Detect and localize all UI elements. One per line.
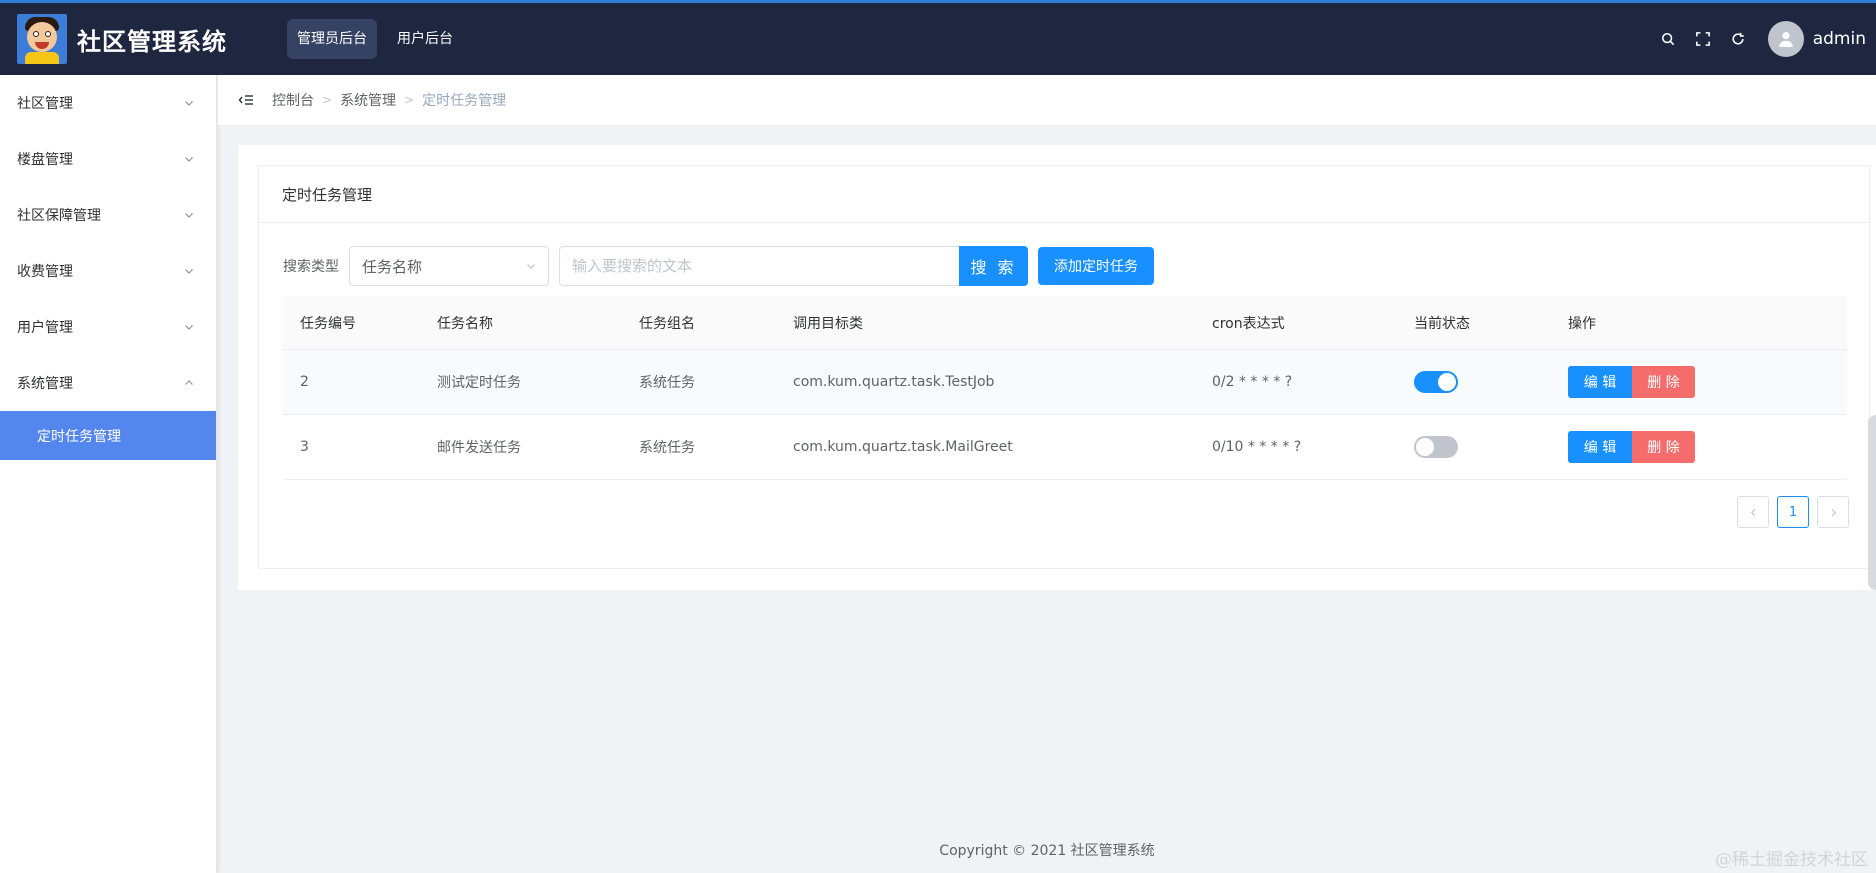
chevron-left-icon (1750, 508, 1755, 516)
chevron-down-icon (185, 101, 193, 106)
status-toggle[interactable] (1414, 436, 1458, 458)
chevron-down-icon (527, 264, 535, 269)
edit-button[interactable]: 编 辑 (1568, 366, 1632, 398)
footer-copyright: Copyright © 2021 社区管理系统 (939, 843, 1155, 859)
watermark: @稀土掘金技术社区 (1715, 850, 1868, 870)
cell-id: 3 (300, 439, 309, 455)
cell-actions: 编 辑 删 除 (1568, 431, 1847, 463)
breadcrumb: 控制台 > 系统管理 > 定时任务管理 (272, 90, 506, 110)
sidebar-item-community[interactable]: 社区管理 (0, 75, 216, 131)
chevron-down-icon (185, 269, 193, 274)
status-toggle[interactable] (1414, 371, 1458, 393)
next-page-button[interactable] (1817, 496, 1849, 528)
header-actions: admin (1651, 3, 1866, 75)
sidebar: 社区管理 楼盘管理 社区保障管理 收费管理 用户管理 系统管理 定时任务管理 (0, 75, 217, 873)
sidebar-item-label: 社区管理 (17, 96, 73, 112)
table-row: 2 测试定时任务 系统任务 com.kum.quartz.task.TestJo… (283, 349, 1847, 414)
prev-page-button[interactable] (1737, 496, 1769, 528)
delete-button[interactable]: 删 除 (1632, 366, 1695, 398)
cell-cron: 0/2 * * * * ? (1212, 374, 1293, 390)
search-button[interactable]: 搜 索 (959, 246, 1028, 286)
search-type-value: 任务名称 (362, 257, 423, 276)
sidebar-subitem-cron-tasks[interactable]: 定时任务管理 (0, 411, 216, 460)
avatar[interactable] (1767, 21, 1804, 57)
column-header: cron表达式 (1212, 315, 1285, 332)
table-header: 任务编号 任务名称 任务组名 调用目标类 cron表达式 当前状态 操作 (283, 296, 1847, 349)
cell-group: 系统任务 (639, 375, 695, 391)
cell-status (1414, 371, 1568, 393)
cell-target: com.kum.quartz.task.MailGreet (793, 439, 1013, 455)
delete-button[interactable]: 删 除 (1632, 431, 1695, 463)
sidebar-item-label: 楼盘管理 (17, 152, 73, 168)
chevron-right-icon (1831, 508, 1836, 516)
chevron-up-icon (185, 380, 193, 385)
chevron-down-icon (185, 157, 193, 162)
pagination: 1 (1729, 496, 1849, 528)
column-header: 任务编号 (300, 315, 356, 332)
chevron-down-icon (185, 325, 193, 330)
logo-image (17, 14, 67, 64)
chevron-down-icon (185, 213, 193, 218)
page-number[interactable]: 1 (1777, 496, 1809, 528)
sidebar-item-users[interactable]: 用户管理 (0, 299, 216, 355)
cell-group: 系统任务 (639, 440, 695, 456)
breadcrumb-separator: > (404, 93, 415, 107)
table-row: 3 邮件发送任务 系统任务 com.kum.quartz.task.MailGr… (283, 414, 1847, 479)
sidebar-item-security[interactable]: 社区保障管理 (0, 187, 216, 243)
sidebar-item-label: 社区保障管理 (17, 208, 101, 224)
cell-name: 邮件发送任务 (437, 440, 521, 456)
cell-status (1414, 436, 1568, 458)
search-input[interactable] (559, 246, 959, 286)
task-table: 任务编号 任务名称 任务组名 调用目标类 cron表达式 当前状态 操作 2 测… (283, 296, 1847, 480)
column-header: 当前状态 (1414, 315, 1470, 332)
sidebar-item-label: 收费管理 (17, 264, 73, 280)
sidebar-item-system[interactable]: 系统管理 (0, 355, 216, 411)
cell-cron: 0/10 * * * * ? (1212, 439, 1302, 455)
edit-button[interactable]: 编 辑 (1568, 431, 1632, 463)
collapse-menu-icon[interactable] (238, 92, 254, 108)
sidebar-item-buildings[interactable]: 楼盘管理 (0, 131, 216, 187)
table-body: 2 测试定时任务 系统任务 com.kum.quartz.task.TestJo… (283, 349, 1847, 480)
main-content: 定时任务管理 搜索类型 任务名称 搜 索 添加定时任务 任务编号 任务名称 任务… (238, 145, 1876, 590)
cell-target: com.kum.quartz.task.TestJob (793, 374, 995, 390)
breadcrumb-separator: > (322, 93, 333, 107)
card-title: 定时任务管理 (259, 166, 1869, 223)
search-bar: 搜索类型 任务名称 搜 索 添加定时任务 (283, 246, 1154, 286)
breadcrumb-item-console[interactable]: 控制台 (272, 90, 314, 110)
task-card: 定时任务管理 搜索类型 任务名称 搜 索 添加定时任务 任务编号 任务名称 任务… (258, 165, 1870, 569)
sidebar-item-label: 系统管理 (17, 376, 73, 392)
search-icon[interactable] (1651, 3, 1686, 75)
cell-actions: 编 辑 删 除 (1568, 366, 1847, 398)
top-header: 社区管理系统 管理员后台 用户后台 admin (0, 0, 1876, 75)
cell-name: 测试定时任务 (437, 375, 521, 391)
search-type-select[interactable]: 任务名称 (349, 246, 549, 286)
top-nav: 管理员后台 用户后台 (287, 19, 473, 59)
top-nav-admin[interactable]: 管理员后台 (287, 19, 377, 59)
search-type-label: 搜索类型 (283, 259, 339, 275)
add-task-button[interactable]: 添加定时任务 (1038, 247, 1154, 285)
scroll-handle[interactable] (1868, 415, 1876, 590)
sidebar-item-fees[interactable]: 收费管理 (0, 243, 216, 299)
username[interactable]: admin (1813, 29, 1866, 49)
top-nav-user[interactable]: 用户后台 (387, 19, 463, 59)
fullscreen-icon[interactable] (1686, 3, 1721, 75)
column-header: 操作 (1568, 315, 1596, 332)
column-header: 任务组名 (639, 315, 695, 332)
column-header: 调用目标类 (793, 315, 863, 332)
cell-id: 2 (300, 374, 309, 390)
breadcrumb-item-system[interactable]: 系统管理 (340, 90, 396, 110)
refresh-icon[interactable] (1721, 3, 1756, 75)
breadcrumb-item-current: 定时任务管理 (422, 93, 507, 109)
breadcrumb-bar: 控制台 > 系统管理 > 定时任务管理 (218, 75, 1876, 125)
logo[interactable]: 社区管理系统 (0, 14, 260, 64)
column-header: 任务名称 (437, 315, 493, 332)
sidebar-item-label: 用户管理 (17, 320, 73, 336)
app-title: 社区管理系统 (77, 27, 227, 56)
